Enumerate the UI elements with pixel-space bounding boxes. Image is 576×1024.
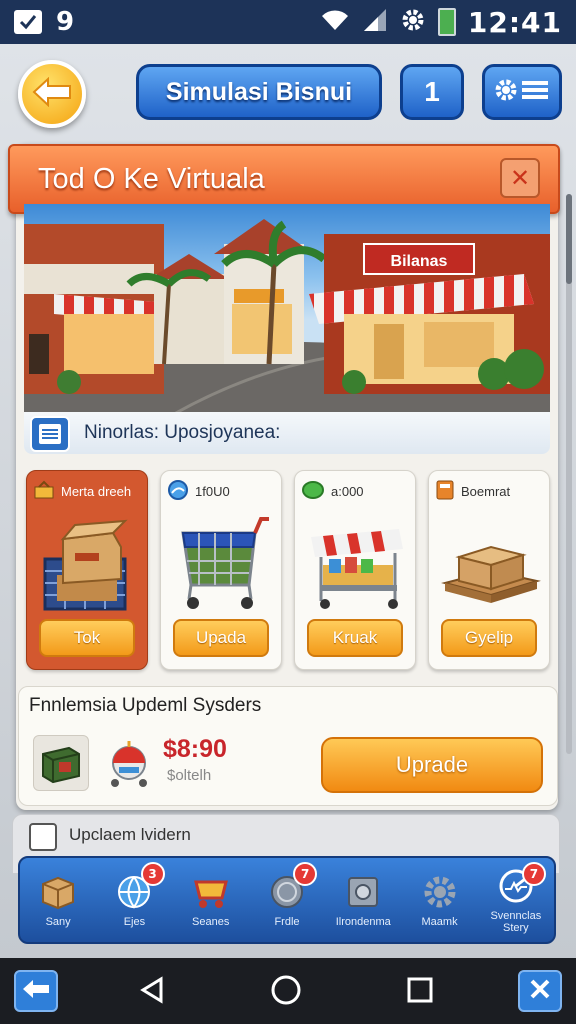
robot-icon [105,739,153,789]
cart-icon [191,872,231,912]
card-header: 1f0U0 [167,477,277,505]
triangle-back-icon [137,975,167,1009]
upgrade-price: $8:90 [163,735,227,763]
store-sign: Bilanas [391,253,448,270]
item-card-4[interactable]: Boemrat Gyelip [428,470,550,670]
app-screen: Simulasi Bisnui 1 Tod O Ke Virtuala ✕ Bi… [0,44,576,958]
nav-item-svennclas-stery[interactable]: Svennclas Stery 7 [478,858,554,942]
app-close-button[interactable] [518,970,562,1012]
back-arrow-icon [21,977,51,1005]
battery-icon [437,8,456,36]
wifi-icon [320,8,350,36]
calculator-icon [435,479,455,504]
scrollbar[interactable] [566,194,572,754]
sub-panel-title: Upclaem lvidern [69,825,191,844]
system-back-button[interactable] [134,974,170,1010]
scrollbar-thumb[interactable] [566,194,572,284]
gear-menu-icon [492,75,552,109]
crate-icon [33,735,89,791]
card-header: a:000 [301,477,411,505]
app-back-button[interactable] [14,970,58,1012]
upgrade-button[interactable]: Uprade [321,737,543,793]
store-scene-image: Bilanas [24,204,550,414]
close-banner-button[interactable]: ✕ [500,158,540,198]
safe-icon [343,872,383,912]
counter-button[interactable]: 1 [400,64,464,120]
item-cards: Merta dreeh Tok 1f0U0 Upada a:000 Kruak … [26,470,550,670]
settings-menu-button[interactable] [482,64,562,120]
upgrade-panel: Fnnlemsia Updeml Sysders $8:90 $oltelh U… [18,686,558,806]
green-coin-icon [301,479,325,504]
arrow-left-icon [32,76,72,111]
shopping-cart-image [169,509,275,613]
system-navigation-bar [0,958,576,1024]
pallet-boxes-image [437,509,543,613]
item-card-1[interactable]: Merta dreeh Tok [26,470,148,670]
nav-item-maamk[interactable]: Maamk [401,858,477,942]
store-title: Tod O Ke Virtuala [38,162,265,195]
card-button-1[interactable]: Tok [39,619,135,657]
circle-home-icon [270,974,302,1010]
nav-item-frdle[interactable]: Frdle 7 [249,858,325,942]
list-icon [30,416,70,452]
clock: 12:41 [467,5,562,39]
nav-item-ejes[interactable]: Ejes 3 [96,858,172,942]
item-card-3[interactable]: a:000 Kruak [294,470,416,670]
square-recents-icon [406,976,434,1008]
caption-text: Ninorlas: Uposjoyanea: [84,422,281,443]
system-recents-button[interactable] [402,974,438,1010]
market-stall-image [303,509,409,613]
card-button-2[interactable]: Upada [173,619,269,657]
close-icon: ✕ [509,164,531,192]
basket-icon [33,480,55,503]
notification-badge: 7 [521,862,546,886]
nav-item-sany[interactable]: Sany [20,858,96,942]
gear-icon [420,872,460,912]
card-header: Boemrat [435,477,545,505]
bottom-navigation: Sany Ejes 3 Seanes Frdle 7 Ilrondenma Ma… [18,856,556,944]
card-button-3[interactable]: Kruak [307,619,403,657]
box-icon [38,872,78,912]
close-icon [528,977,552,1005]
check-notification-icon [14,10,42,34]
notification-badge: 7 [293,862,318,886]
notification-badge: 3 [140,862,165,886]
card-header: Merta dreeh [33,477,143,505]
document-icon [29,823,57,851]
signal-icon [362,7,388,37]
upgrade-price-subtitle: $oltelh [167,767,212,784]
notification-count: 9 [56,7,75,37]
nav-item-ilrondenma[interactable]: Ilrondenma [325,858,401,942]
settings-icon [400,7,426,37]
nav-item-seanes[interactable]: Seanes [173,858,249,942]
system-home-button[interactable] [268,974,304,1010]
item-card-2[interactable]: 1f0U0 Upada [160,470,282,670]
back-button[interactable] [18,60,86,128]
globe-coin-icon [167,479,189,504]
app-title[interactable]: Simulasi Bisnui [136,64,382,120]
boxes-in-cart-image [35,509,141,613]
scene-caption: Ninorlas: Uposjoyanea: [24,412,550,454]
card-button-4[interactable]: Gyelip [441,619,537,657]
status-bar: 9 12:41 [0,0,576,44]
upgrade-title: Fnnlemsia Updeml Sysders [29,695,262,716]
